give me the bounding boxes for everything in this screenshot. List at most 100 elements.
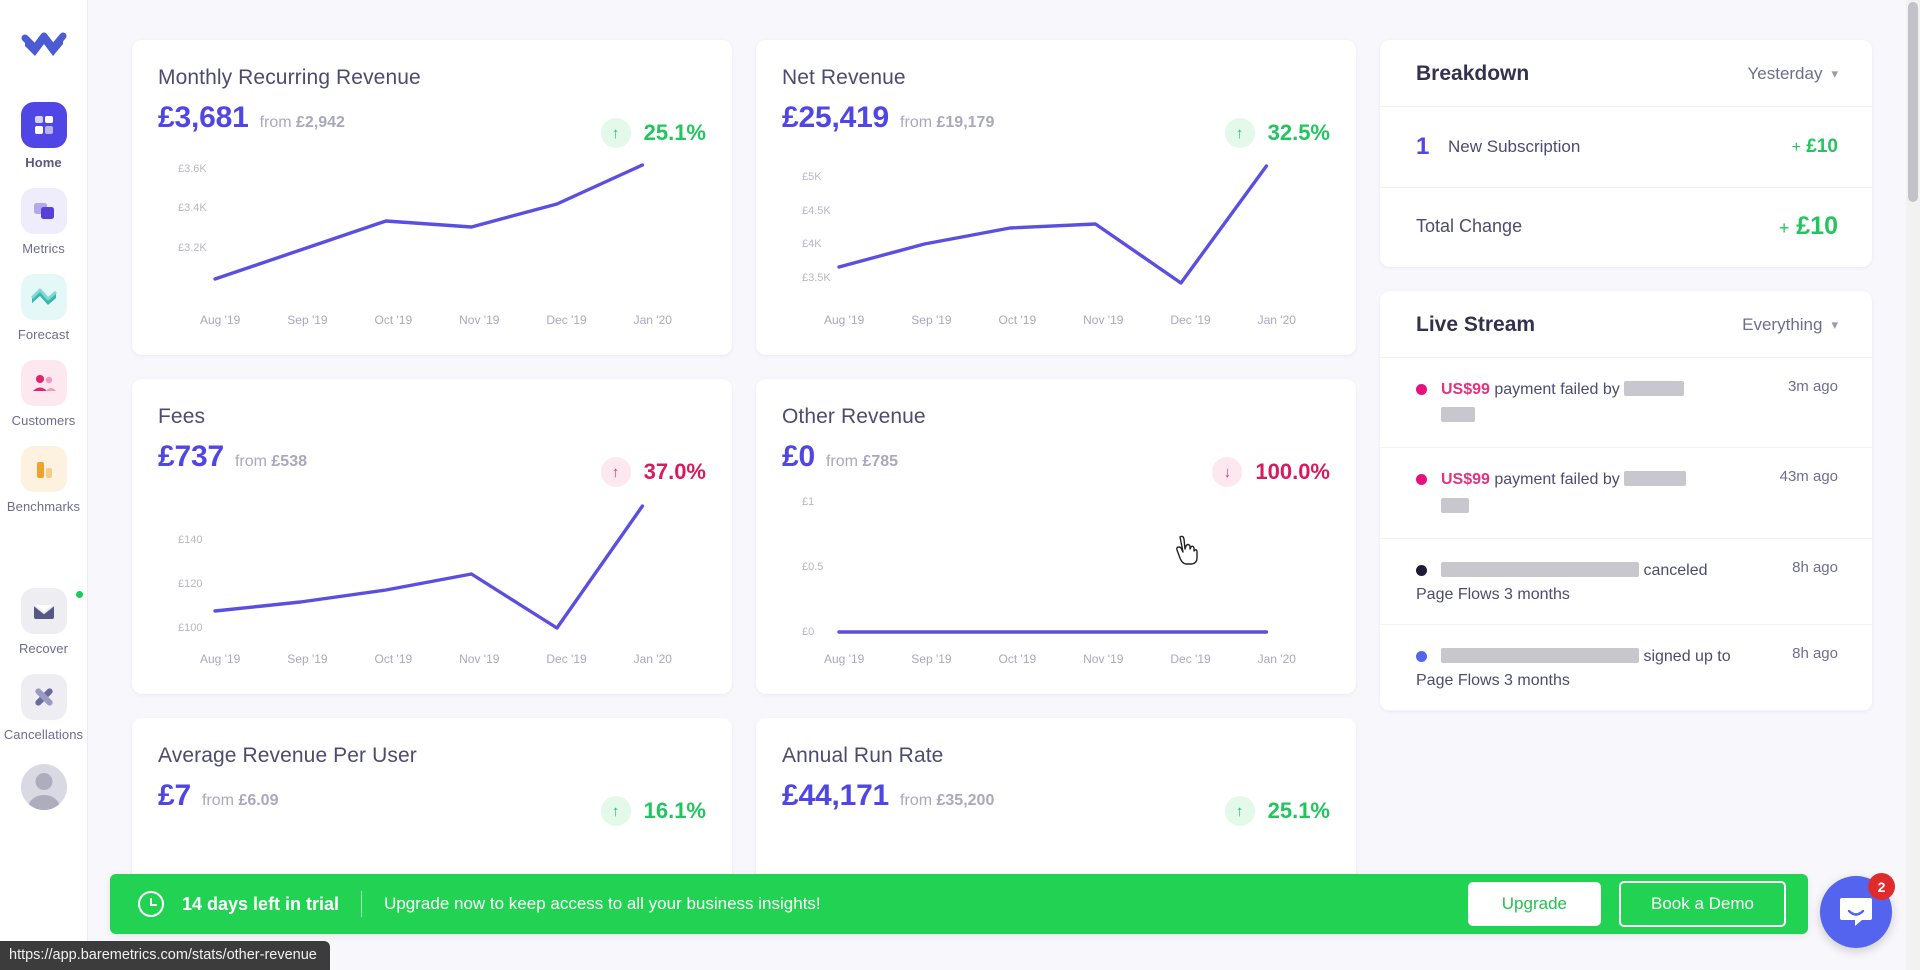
redacted-name bbox=[1441, 561, 1639, 577]
status-dot bbox=[1416, 384, 1427, 395]
book-a-demo-button[interactable]: Book a Demo bbox=[1619, 881, 1786, 927]
x-axis: Aug '19 Sep '19 Oct '19 Nov '19 Dec '19 … bbox=[782, 313, 1330, 327]
y-tick-label: £100 bbox=[178, 622, 203, 634]
card-from-value: £538 bbox=[271, 453, 307, 470]
redacted-name bbox=[1624, 381, 1685, 396]
metric-card-average-revenue-per-user[interactable]: Average Revenue Per User £7 from £6.09 ↑… bbox=[132, 718, 732, 898]
divider bbox=[361, 891, 363, 917]
stream-text: canceled bbox=[1643, 561, 1708, 579]
sidebar-item-forecast[interactable]: Forecast bbox=[0, 274, 88, 342]
line-chart-svg bbox=[782, 157, 1330, 307]
list-item[interactable]: US$99 payment failed by 3m ago bbox=[1380, 358, 1872, 449]
chart-icon bbox=[20, 274, 67, 320]
x-tick-label: Aug '19 bbox=[824, 313, 865, 327]
upgrade-button[interactable]: Upgrade bbox=[1467, 882, 1601, 926]
card-title: Annual Run Rate bbox=[782, 744, 944, 767]
breakdown-total-sign: + bbox=[1778, 218, 1790, 238]
status-dot bbox=[1416, 564, 1427, 576]
x-bandage-icon bbox=[20, 674, 67, 720]
card-value: £7 bbox=[158, 779, 191, 812]
sidebar-item-customers[interactable]: Customers bbox=[0, 360, 88, 428]
list-item[interactable]: signed up to 8h ago Page Flows 3 months bbox=[1380, 625, 1872, 712]
x-axis: Aug '19 Sep '19 Oct '19 Nov '19 Dec '19 … bbox=[782, 652, 1330, 666]
avatar[interactable] bbox=[20, 764, 67, 810]
arrow-up-icon: ↑ bbox=[600, 796, 631, 826]
live-stream-filter-value: Everything bbox=[1742, 315, 1823, 334]
sidebar-item-recover[interactable]: Recover bbox=[0, 588, 88, 656]
x-tick-label: Jan '20 bbox=[1257, 313, 1296, 327]
card-value: £25,419 bbox=[782, 101, 890, 134]
baremetrics-logo-icon[interactable] bbox=[21, 22, 67, 68]
card-title: Other Revenue bbox=[782, 405, 926, 428]
breakdown-row-sign: + bbox=[1791, 139, 1802, 156]
card-delta-value: 25.1% bbox=[643, 120, 706, 145]
card-from-prefix: from bbox=[201, 792, 234, 809]
card-chart: £140 £120 £100 Aug '19 Sep '19 Oct '19 N… bbox=[158, 496, 706, 678]
y-tick-label: £0 bbox=[802, 626, 815, 638]
breakdown-row-label: New Subscription bbox=[1448, 137, 1581, 156]
list-item[interactable]: US$99 payment failed by 43m ago bbox=[1380, 448, 1872, 539]
metric-cards-grid: Monthly Recurring Revenue £3,681 from £2… bbox=[132, 40, 1356, 898]
status-dot bbox=[1416, 474, 1427, 486]
layers-icon bbox=[20, 188, 67, 234]
card-title: Net Revenue bbox=[782, 66, 906, 89]
x-tick-label: Dec '19 bbox=[546, 313, 587, 327]
stream-amount: US$99 bbox=[1441, 471, 1490, 489]
x-tick-label: Jan '20 bbox=[1257, 652, 1296, 666]
page-scrollbar-thumb[interactable] bbox=[1908, 2, 1918, 202]
right-column: Breakdown Yesterday ▾ 1 New Subscription… bbox=[1380, 40, 1872, 970]
card-delta: ↓ 100.0% bbox=[1212, 457, 1330, 487]
breakdown-header: Breakdown Yesterday ▾ bbox=[1380, 40, 1872, 107]
y-tick-label: £120 bbox=[178, 578, 203, 590]
breakdown-row-amount: £10 bbox=[1806, 136, 1838, 157]
metric-card-fees[interactable]: Fees £737 from £538 ↑ 37.0% £140 £120 £1… bbox=[132, 379, 732, 694]
metric-card-other-revenue[interactable]: Other Revenue £0 from £785 ↓ 100.0% £1 £… bbox=[756, 379, 1356, 694]
x-tick-label: Oct '19 bbox=[374, 652, 413, 666]
metric-card-annual-run-rate[interactable]: Annual Run Rate £44,171 from £35,200 ↑ 2… bbox=[756, 718, 1356, 898]
breakdown-row[interactable]: 1 New Subscription + £10 bbox=[1380, 107, 1872, 188]
y-tick-label: £3.4K bbox=[178, 202, 207, 214]
line-chart-svg bbox=[158, 157, 706, 307]
trial-banner: 14 days left in trial Upgrade now to kee… bbox=[110, 874, 1808, 934]
arrow-up-icon: ↑ bbox=[1224, 118, 1255, 148]
card-from-value: £19,179 bbox=[936, 114, 995, 131]
x-tick-label: Aug '19 bbox=[824, 652, 865, 666]
breakdown-total-label: Total Change bbox=[1416, 216, 1523, 236]
sidebar-item-label: Forecast bbox=[17, 327, 70, 342]
x-tick-label: Oct '19 bbox=[374, 313, 413, 327]
card-chart: £5K £4.5K £4K £3.5K Aug '19 Sep '19 Oct … bbox=[782, 157, 1330, 339]
y-tick-label: £3.5K bbox=[802, 272, 831, 284]
card-delta: ↑ 32.5% bbox=[1224, 118, 1330, 148]
x-tick-label: Oct '19 bbox=[998, 652, 1037, 666]
line-chart-svg bbox=[158, 496, 706, 646]
x-tick-label: Oct '19 bbox=[998, 313, 1037, 327]
sidebar-item-cancellations[interactable]: Cancellations bbox=[0, 674, 88, 742]
y-tick-label: £4K bbox=[802, 238, 822, 250]
x-tick-label: Jan '20 bbox=[633, 652, 672, 666]
card-value: £737 bbox=[158, 440, 224, 473]
card-chart: £3.6K £3.4K £3.2K Aug '19 Sep '19 Oct '1… bbox=[158, 157, 706, 339]
sidebar-item-home[interactable]: Home bbox=[0, 102, 88, 170]
x-axis: Aug '19 Sep '19 Oct '19 Nov '19 Dec '19 … bbox=[158, 652, 706, 666]
people-icon bbox=[20, 360, 67, 406]
metric-card-monthly-recurring-revenue[interactable]: Monthly Recurring Revenue £3,681 from £2… bbox=[132, 40, 732, 355]
y-tick-label: £3.6K bbox=[178, 163, 207, 175]
breakdown-filter-value: Yesterday bbox=[1747, 64, 1823, 83]
card-from-prefix: from bbox=[900, 792, 933, 809]
card-from-value: £35,200 bbox=[936, 792, 995, 809]
y-tick-label: £5K bbox=[802, 171, 822, 183]
y-tick-label: £3.2K bbox=[178, 242, 207, 254]
sidebar-item-metrics[interactable]: Metrics bbox=[0, 188, 88, 256]
breakdown-row-count: 1 bbox=[1416, 133, 1430, 160]
card-from-value: £6.09 bbox=[238, 792, 279, 809]
metric-card-net-revenue[interactable]: Net Revenue £25,419 from £19,179 ↑ 32.5%… bbox=[756, 40, 1356, 355]
list-item[interactable]: canceled 8h ago Page Flows 3 months bbox=[1380, 539, 1872, 625]
sidebar-item-label: Recover bbox=[18, 641, 69, 656]
notification-dot bbox=[73, 589, 85, 600]
y-tick-label: £0.5 bbox=[802, 561, 824, 573]
live-stream-filter-select[interactable]: Everything ▾ bbox=[1742, 315, 1838, 335]
intercom-launcher-button[interactable]: 2 bbox=[1820, 873, 1895, 948]
arrow-up-icon: ↑ bbox=[600, 118, 631, 148]
sidebar-item-benchmarks[interactable]: Benchmarks bbox=[0, 446, 88, 514]
breakdown-filter-select[interactable]: Yesterday ▾ bbox=[1747, 64, 1838, 84]
